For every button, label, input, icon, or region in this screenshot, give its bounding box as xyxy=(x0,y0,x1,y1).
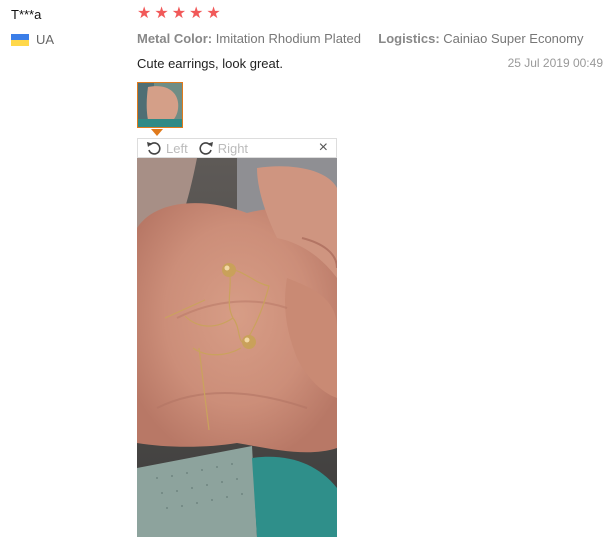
close-viewer-button[interactable]: × xyxy=(319,140,328,156)
star-icon: ★ xyxy=(154,5,169,22)
attribute-key: Metal Color: xyxy=(137,31,213,46)
rotate-right-button[interactable]: Right xyxy=(198,140,248,156)
rotate-left-label: Left xyxy=(166,140,188,156)
thumbnail-image xyxy=(138,83,182,127)
reviewer-country: UA xyxy=(11,32,54,47)
product-attributes: Metal Color: Imitation Rhodium Plated Lo… xyxy=(137,31,583,46)
rotate-left-icon xyxy=(147,142,161,155)
close-icon: × xyxy=(318,139,328,156)
ukraine-flag-icon xyxy=(11,33,29,46)
reviewer-name: T***a xyxy=(11,7,42,22)
star-icon: ★ xyxy=(189,5,204,22)
thumbnail-pointer xyxy=(151,129,163,136)
earrings-on-hand-photo xyxy=(137,158,337,537)
rotate-right-label: Right xyxy=(217,140,249,156)
review-text: Cute earrings, look great. xyxy=(137,56,283,71)
star-icon: ★ xyxy=(137,5,152,22)
star-icon: ★ xyxy=(171,5,187,22)
country-code: UA xyxy=(36,32,55,47)
attribute-value: Cainiao Super Economy xyxy=(443,31,584,46)
photo-viewer-toolbar: Left Right × xyxy=(137,138,337,158)
review-date: 25 Jul 2019 00:49 xyxy=(507,56,603,70)
attribute-value: Imitation Rhodium Plated xyxy=(215,31,361,46)
review-photo-thumbnail[interactable] xyxy=(137,82,183,128)
star-rating: ★ ★ ★ ★ ★ xyxy=(137,5,221,23)
rotate-right-icon xyxy=(199,142,213,155)
rotate-left-button[interactable]: Left xyxy=(146,140,188,156)
attribute-key: Logistics: xyxy=(378,31,440,46)
review-photo-large xyxy=(137,158,337,537)
star-icon: ★ xyxy=(206,5,221,22)
